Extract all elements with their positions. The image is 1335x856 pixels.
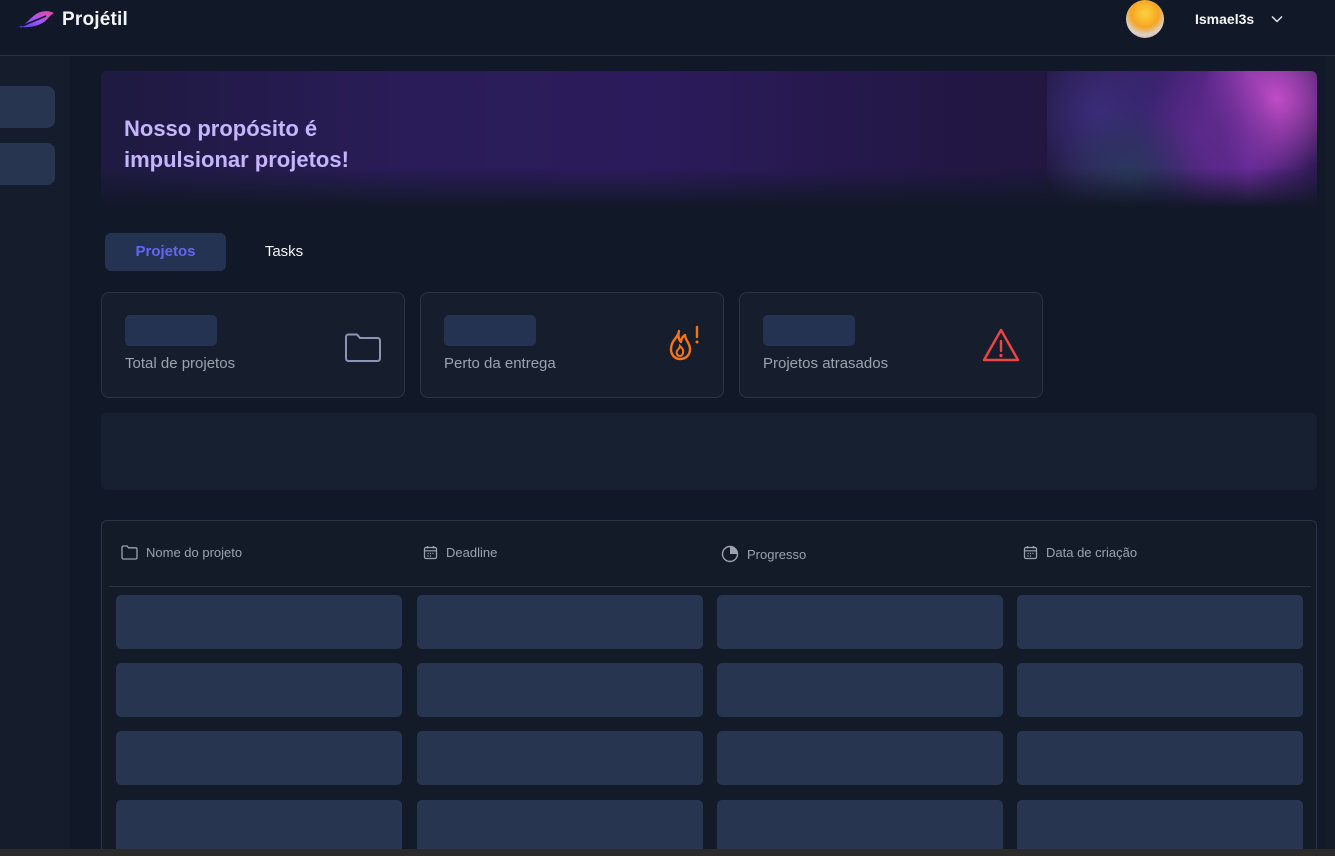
- tab-tasks[interactable]: Tasks: [243, 233, 325, 271]
- column-label: Progresso: [747, 546, 807, 562]
- column-label: Nome do projeto: [146, 545, 243, 560]
- stat-card-late: Projetos atrasados: [739, 292, 1043, 398]
- table-cell-skeleton: [717, 800, 1003, 854]
- hero-banner: Nosso propósito é impulsionar projetos!: [101, 71, 1317, 208]
- fire-alert-icon: [669, 325, 699, 361]
- avatar[interactable]: [1126, 0, 1164, 38]
- table-cell-skeleton: [116, 800, 402, 854]
- stat-value-skeleton: [763, 315, 855, 346]
- loading-panel: [101, 413, 1317, 490]
- table-cell-skeleton: [717, 731, 1003, 785]
- app-name: Projétil: [62, 9, 129, 30]
- stat-value-skeleton: [444, 315, 536, 346]
- sidebar-item[interactable]: [0, 143, 55, 185]
- user-menu[interactable]: Ismael3s: [1126, 0, 1284, 38]
- table-cell-skeleton: [116, 595, 402, 649]
- column-label: Data de criação: [1046, 545, 1138, 560]
- column-header-deadline[interactable]: Deadline: [423, 545, 497, 560]
- stat-label: Total de projetos: [125, 355, 236, 372]
- feather-logo-icon: [18, 11, 54, 28]
- stat-label: Projetos atrasados: [763, 355, 889, 372]
- folder-icon: [121, 545, 138, 560]
- stat-card-near-delivery: Perto da entrega: [420, 292, 724, 398]
- table-cell-skeleton: [417, 663, 703, 717]
- calendar-icon: [423, 546, 438, 560]
- stat-label: Perto da entrega: [444, 355, 556, 372]
- username: Ismael3s: [1195, 10, 1255, 27]
- top-navbar: Projétil Ismael3s: [0, 0, 1335, 56]
- table-cell-skeleton: [1017, 731, 1303, 785]
- column-header-name[interactable]: Nome do projeto: [121, 545, 242, 560]
- warning-icon: [982, 328, 1020, 362]
- hero-title: Nosso propósito é impulsionar projetos!: [124, 116, 349, 172]
- table-cell-skeleton: [717, 663, 1003, 717]
- table-cell-skeleton: [1017, 663, 1303, 717]
- table-cell-skeleton: [717, 595, 1003, 649]
- chevron-down-icon[interactable]: [1270, 12, 1284, 26]
- table-cell-skeleton: [116, 663, 402, 717]
- table-cell-skeleton: [417, 800, 703, 854]
- scrollbar-track[interactable]: [1325, 56, 1335, 856]
- folder-icon: [345, 333, 381, 362]
- sidebar: [0, 56, 70, 856]
- column-header-progress[interactable]: Progresso: [721, 545, 806, 563]
- tab-projetos[interactable]: Projetos: [105, 233, 226, 271]
- projects-table: Nome do projeto Deadline Progresso Data …: [101, 520, 1317, 856]
- pie-chart-icon: [721, 545, 739, 563]
- table-cell-skeleton: [417, 595, 703, 649]
- column-label: Deadline: [446, 545, 498, 560]
- header-divider: [109, 586, 1311, 587]
- app-logo[interactable]: Projétil: [16, 7, 128, 33]
- calendar-icon: [1023, 546, 1038, 560]
- table-cell-skeleton: [116, 731, 402, 785]
- bottom-edge: [0, 849, 1335, 856]
- table-cell-skeleton: [1017, 800, 1303, 854]
- table-cell-skeleton: [1017, 595, 1303, 649]
- table-cell-skeleton: [417, 731, 703, 785]
- stat-card-total: Total de projetos: [101, 292, 405, 398]
- sidebar-item[interactable]: [0, 86, 55, 128]
- stat-value-skeleton: [125, 315, 217, 346]
- column-header-created[interactable]: Data de criação: [1023, 545, 1137, 560]
